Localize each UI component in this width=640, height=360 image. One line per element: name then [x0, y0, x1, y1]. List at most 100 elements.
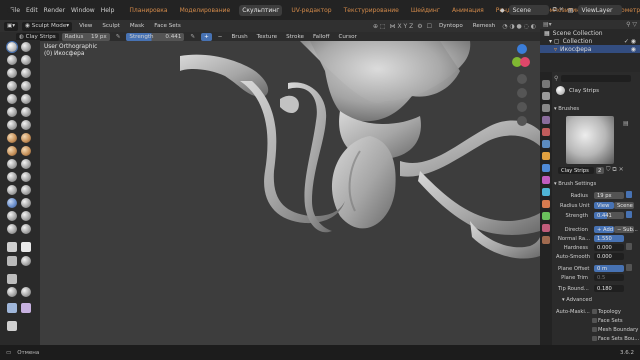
tab-sculpting[interactable]: Скульптинг	[239, 4, 283, 16]
menu-stroke[interactable]: Stroke	[283, 32, 307, 41]
texture-tab-icon[interactable]	[542, 236, 550, 244]
box-mask-icon[interactable]	[7, 242, 17, 252]
properties-search-icon[interactable]: ⚲	[554, 75, 558, 82]
inflate-brush-icon[interactable]	[7, 81, 17, 91]
tab-texture-paint[interactable]: Текстурирование	[341, 5, 402, 16]
menu-sculpt[interactable]: Sculpt	[99, 22, 122, 31]
brush-users-count[interactable]: 2	[596, 167, 604, 174]
rotate-brush-icon[interactable]	[21, 172, 31, 182]
view-layer-tab-icon[interactable]	[542, 116, 550, 124]
direction-add-toggle[interactable]: + Add	[594, 226, 614, 233]
box-hide-icon[interactable]	[21, 242, 31, 252]
grab-brush-icon[interactable]	[21, 133, 31, 143]
menu-face-sets[interactable]: Face Sets	[151, 22, 184, 31]
line-project-icon[interactable]	[7, 274, 17, 284]
advanced-panel-header[interactable]: ▾ Advanced	[562, 296, 592, 304]
pose-brush-icon[interactable]	[21, 159, 31, 169]
dyntopo-menu[interactable]: Dyntopo	[436, 22, 466, 31]
particles-tab-icon[interactable]	[542, 176, 550, 184]
boundary-brush-icon[interactable]	[21, 185, 31, 195]
data-tab-icon[interactable]	[542, 212, 550, 220]
physics-tab-icon[interactable]	[542, 188, 550, 196]
menu-texture[interactable]: Texture	[254, 32, 280, 41]
brush-name-field[interactable]: Clay Strips	[558, 167, 594, 174]
object-tab-icon[interactable]	[542, 152, 550, 160]
thumb-brush-icon[interactable]	[7, 159, 17, 169]
direction-sub-button[interactable]: −	[215, 33, 226, 41]
menu-render[interactable]: Render	[44, 7, 65, 14]
remesh-menu[interactable]: Remesh	[470, 22, 498, 31]
radius-pressure-toggle-icon[interactable]	[626, 191, 632, 198]
perspective-toggle-icon[interactable]	[517, 116, 527, 126]
flatten-brush-icon[interactable]	[7, 107, 17, 117]
mask-brush-icon[interactable]	[7, 211, 17, 221]
strength-pressure-toggle-icon[interactable]	[626, 211, 632, 218]
menu-falloff[interactable]: Falloff	[310, 32, 333, 41]
menu-help[interactable]: Help	[101, 7, 115, 14]
clay-thumb-brush-icon[interactable]	[7, 68, 17, 78]
sculpt-options-icon[interactable]: ⚙	[417, 23, 422, 30]
prop-auto-smooth-field[interactable]: 0.000	[594, 253, 624, 260]
axis-z-icon[interactable]	[517, 44, 527, 54]
box-face-set-icon[interactable]	[7, 256, 17, 266]
3d-viewport[interactable]	[40, 41, 540, 345]
move-tool-icon[interactable]	[7, 287, 17, 297]
prop-plane-offset-field[interactable]: 0 m	[594, 265, 624, 272]
plane-offset-toggle-icon[interactable]	[626, 264, 632, 271]
slide-relax-brush-icon[interactable]	[7, 185, 17, 195]
direction-sub-toggle[interactable]: − Sub...	[614, 226, 638, 233]
menu-cursor[interactable]: Cursor	[335, 32, 359, 41]
tab-shading[interactable]: Шейдинг	[408, 5, 443, 16]
prop-normal-radius-field[interactable]: 1.550	[594, 235, 624, 242]
brush-preview-menu-icon[interactable]: ▤	[623, 120, 629, 127]
menu-view[interactable]: View	[76, 22, 95, 31]
scene-menu-icon[interactable]: ⧉ ✕	[553, 6, 564, 14]
simplify-brush-icon[interactable]	[21, 198, 31, 208]
nudge-brush-icon[interactable]	[7, 172, 17, 182]
blob-brush-icon[interactable]	[21, 81, 31, 91]
snake-hook-brush-icon[interactable]	[21, 146, 31, 156]
clay-strips-brush-icon[interactable]	[21, 55, 31, 65]
brushes-panel-header[interactable]: ▾ Brushes	[554, 105, 579, 113]
zoom-icon[interactable]	[517, 74, 527, 84]
brush-preview-thumbnail[interactable]	[566, 116, 614, 164]
cloth-brush-icon[interactable]	[7, 198, 17, 208]
prop-plane-trim-field[interactable]: 0.5	[594, 274, 624, 281]
face-sets-checkbox[interactable]	[592, 318, 597, 323]
tab-modeling[interactable]: Моделирование	[177, 5, 234, 16]
material-tab-icon[interactable]	[542, 224, 550, 232]
axis-x-icon[interactable]	[520, 57, 530, 67]
mesh-filter-icon[interactable]	[21, 256, 31, 266]
multires-displacement-icon[interactable]	[7, 224, 17, 234]
dyntopo-check-icon[interactable]: ☐	[427, 23, 432, 30]
object-visibility-icon[interactable]: ◉	[631, 46, 640, 53]
collection-visibility-icon[interactable]: ✓ ◉	[624, 38, 640, 45]
prop-radius-field[interactable]: 19 px	[594, 192, 624, 199]
modifier-tab-icon[interactable]	[542, 164, 550, 172]
tab-animation[interactable]: Анимация	[449, 5, 487, 16]
view-layer-field[interactable]: ViewLayer	[577, 5, 622, 15]
prop-tip-roundness-field[interactable]: 0.180	[594, 285, 624, 292]
draw-sharp-brush-icon[interactable]	[21, 42, 31, 52]
outliner-row-collection[interactable]: ▾ ▢ Collection ✓ ◉	[540, 37, 640, 45]
paint-brush-icon[interactable]	[21, 224, 31, 234]
radius-field[interactable]: Radius 19 px	[61, 32, 110, 41]
menu-mask[interactable]: Mask	[127, 22, 147, 31]
topology-checkbox[interactable]	[592, 309, 597, 314]
face-sets-boundary-checkbox[interactable]	[592, 336, 597, 341]
outliner-filter-icon[interactable]: ⚲ ▽	[626, 21, 640, 28]
prop-strength-slider[interactable]: 0.441	[594, 212, 624, 219]
face-set-edit-icon[interactable]	[7, 321, 17, 331]
hardness-pressure-toggle-icon[interactable]	[626, 243, 632, 250]
outliner-editor-icon[interactable]: ▤▾	[543, 21, 552, 28]
render-tab-icon[interactable]	[542, 92, 550, 100]
clay-brush-icon[interactable]	[7, 55, 17, 65]
draw-brush-icon[interactable]	[6, 41, 18, 53]
transform-tool-icon[interactable]	[21, 303, 31, 313]
radius-unit-scene-button[interactable]: Scene	[614, 202, 634, 209]
direction-add-button[interactable]: +	[201, 32, 212, 41]
global-icon[interactable]: ⊕ ⬚	[373, 23, 386, 30]
strength-pressure-icon[interactable]: ✎	[187, 32, 198, 41]
prop-hardness-field[interactable]: 0.000	[594, 244, 624, 251]
annotate-tool-icon[interactable]	[7, 303, 17, 313]
